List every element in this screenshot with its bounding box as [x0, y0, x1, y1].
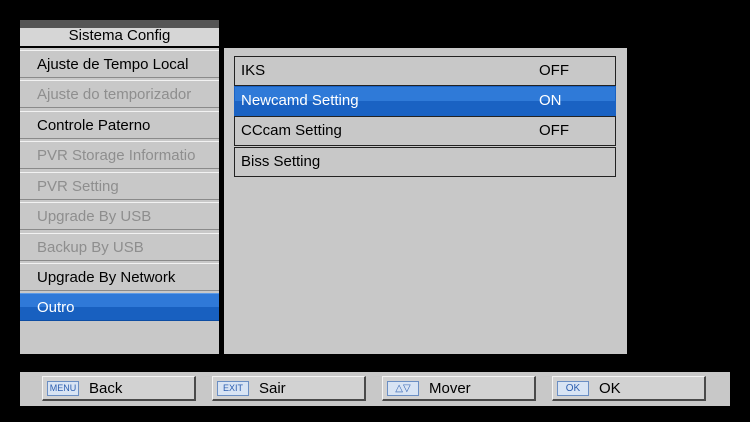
back-label: Back [89, 380, 123, 397]
move-label: Mover [429, 380, 471, 397]
footer-bar: MENU Back EXIT Sair △▽ Mover OK OK [20, 372, 730, 406]
back-button[interactable]: MENU Back [42, 376, 196, 401]
setting-row-cccam[interactable]: CCcam Setting OFF [234, 116, 616, 146]
sidebar-item-upgrade-network[interactable]: Upgrade By Network [20, 263, 219, 291]
setting-row-newcamd[interactable]: Newcamd Setting ON [234, 86, 616, 116]
setting-value: OFF [539, 122, 569, 139]
sidebar-item-parental-control[interactable]: Controle Paterno [20, 111, 219, 139]
setting-label: Newcamd Setting [241, 92, 359, 109]
screen-title: Sistema Config [20, 20, 219, 46]
menu-key-icon: MENU [47, 381, 79, 396]
ok-label: OK [599, 380, 621, 397]
setting-label: Biss Setting [241, 153, 321, 170]
sidebar-item-outro[interactable]: Outro [20, 293, 219, 321]
setting-row-iks[interactable]: IKS OFF [234, 56, 616, 86]
setting-label: CCcam Setting [241, 122, 342, 139]
setting-value: OFF [539, 62, 569, 79]
sidebar-item-upgrade-usb[interactable]: Upgrade By USB [20, 202, 219, 230]
settings-panel: IKS OFF Newcamd Setting ON CCcam Setting… [224, 48, 627, 354]
sidebar-item-timer[interactable]: Ajuste do temporizador [20, 80, 219, 108]
exit-key-icon: EXIT [217, 381, 249, 396]
move-button[interactable]: △▽ Mover [382, 376, 536, 401]
exit-button[interactable]: EXIT Sair [212, 376, 366, 401]
sidebar-menu: Ajuste de Tempo Local Ajuste do temporiz… [20, 48, 219, 354]
setting-value: ON [539, 92, 562, 109]
sidebar-item-pvr-storage[interactable]: PVR Storage Informatio [20, 141, 219, 169]
sidebar-item-pvr-setting[interactable]: PVR Setting [20, 172, 219, 200]
ok-button[interactable]: OK OK [552, 376, 706, 401]
sidebar-item-local-time[interactable]: Ajuste de Tempo Local [20, 50, 219, 78]
setting-row-biss[interactable]: Biss Setting [234, 147, 616, 177]
arrow-keys-icon: △▽ [387, 381, 419, 396]
ok-key-icon: OK [557, 381, 589, 396]
exit-label: Sair [259, 380, 286, 397]
sidebar-item-backup-usb[interactable]: Backup By USB [20, 233, 219, 261]
setting-label: IKS [241, 62, 266, 79]
